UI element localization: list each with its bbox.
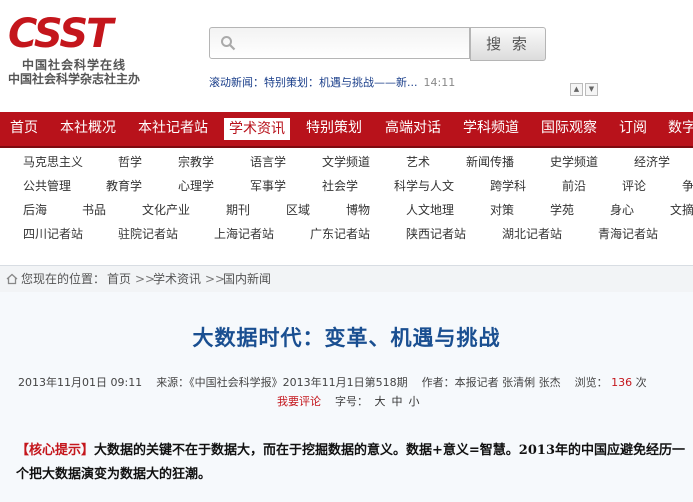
nav-item-disciplines[interactable]: 学科频道 (463, 112, 519, 146)
ticker-label: 滚动新闻： (209, 76, 264, 89)
search-area: 搜 索 (209, 27, 546, 61)
subnav-row: 马克思主义 哲学 宗教学 语言学 文学频道 艺术 新闻传播 史学频道 经济学 (0, 150, 693, 174)
subnav-item[interactable]: 新闻传播 (466, 150, 514, 174)
subnav-item[interactable]: 四川记者站 (23, 222, 83, 246)
search-icon (221, 36, 236, 51)
subnav-item[interactable]: 教育学 (106, 174, 142, 198)
search-input[interactable] (209, 27, 470, 59)
subnav-item[interactable]: 语言学 (250, 150, 286, 174)
breadcrumb-prefix: 您现在的位置： (21, 272, 106, 286)
article-source: 来源：《中国社会科学报》2013年11月1日第518期 (156, 376, 408, 389)
subnav-item[interactable]: 心理学 (178, 174, 214, 198)
subnav-item[interactable]: 马克思主义 (23, 150, 83, 174)
subnav-item[interactable]: 哲学 (118, 150, 142, 174)
article-title: 大数据时代：变革、机遇与挑战 (192, 326, 501, 350)
subnav-item[interactable]: 上海记者站 (214, 222, 274, 246)
core-summary: 【核心提示】大数据的关键不在于数据大，而在于挖掘数据的意义。数据+意义=智慧。2… (16, 439, 688, 487)
nav-item-reporter-stations[interactable]: 本社记者站 (138, 112, 208, 146)
subnav-item[interactable]: 期刊 (226, 198, 250, 222)
subnav-item[interactable]: 文学频道 (322, 150, 370, 174)
breadcrumb-academic[interactable]: 学术资讯 (153, 266, 201, 292)
views-label: 浏览： (574, 376, 608, 389)
nav-item-dialogue[interactable]: 高端对话 (385, 112, 441, 146)
subnav-item[interactable]: 文化产业 (142, 198, 190, 222)
fontsize-controls: 大中小 (372, 395, 423, 408)
summary-text: 大数据的关键不在于数据大，而在于挖掘数据的意义。数据+意义=智慧。2013年的中… (16, 443, 685, 482)
subnav-item[interactable]: 文摘 (670, 198, 693, 222)
article-date: 2013年11月01日 09:11 (18, 376, 143, 389)
subnav-item[interactable]: 社会学 (322, 174, 358, 198)
views-unit: 次 (635, 376, 647, 389)
subnav-row: 四川记者站 驻院记者站 上海记者站 广东记者站 陕西记者站 湖北记者站 青海记者… (0, 222, 693, 246)
ticker-link[interactable]: 特别策划：机遇与挑战——新... (264, 76, 418, 89)
logo-publisher: 中国社会科学杂志社主办 (8, 72, 141, 86)
subnav-item[interactable]: 书品 (82, 198, 106, 222)
subnav-item[interactable]: 对策 (490, 198, 514, 222)
article-meta-2: 我要评论 字号： 大中小 (277, 395, 423, 409)
subnav-item[interactable]: 驻院记者站 (118, 222, 178, 246)
fontsize-label: 字号： (335, 395, 368, 408)
subnav-item[interactable]: 艺术 (406, 150, 430, 174)
site-logo[interactable]: CSST 中国社会科学在线 中国社会科学杂志社主办 (8, 14, 168, 87)
subnav-item[interactable]: 青海记者站 (598, 222, 658, 246)
subnav-item[interactable]: 身心 (610, 198, 634, 222)
subnav-item[interactable]: 前沿 (562, 174, 586, 198)
subnav-item[interactable]: 公共管理 (23, 174, 71, 198)
logo-mark: CSST (8, 11, 113, 57)
article-author: 作者：本报记者 张清俐 张杰 (421, 376, 561, 389)
ticker-up-icon[interactable]: ▲ (570, 83, 583, 96)
subnav-item[interactable]: 陕西记者站 (406, 222, 466, 246)
nav-item-subscribe[interactable]: 订阅 (619, 112, 647, 146)
comment-link[interactable]: 我要评论 (277, 395, 321, 408)
nav-item-special[interactable]: 特别策划 (306, 112, 362, 146)
nav-item-digital[interactable]: 数字 (668, 112, 693, 146)
views-count: 136 (611, 376, 633, 389)
subnav-item[interactable]: 湖北记者站 (502, 222, 562, 246)
ticker-controls: ▲ ▼ (570, 76, 600, 96)
nav-item-home[interactable]: 首页 (10, 112, 38, 146)
home-icon (6, 273, 18, 285)
subnav-item[interactable]: 经济学 (634, 150, 670, 174)
subnav-item[interactable]: 人文地理 (406, 198, 454, 222)
subnav-item[interactable]: 后海 (23, 198, 47, 222)
fontsize-small-button[interactable]: 小 (409, 395, 420, 408)
subnav-item[interactable]: 博物 (346, 198, 370, 222)
header: CSST 中国社会科学在线 中国社会科学杂志社主办 搜 索 滚动新闻：特别策划：… (0, 0, 693, 112)
main-nav: 首页 本社概况 本社记者站 学术资讯 特别策划 高端对话 学科频道 国际观察 订… (0, 112, 693, 148)
ticker-time: 14:11 (423, 76, 456, 89)
subnav-item[interactable]: 宗教学 (178, 150, 214, 174)
breadcrumb-domestic[interactable]: 国内新闻 (223, 266, 271, 292)
subnav-item[interactable]: 争 (682, 174, 693, 198)
breadcrumb-home[interactable]: 首页 (107, 266, 131, 292)
search-button[interactable]: 搜 索 (470, 27, 546, 61)
breadcrumb: 您现在的位置： 首页 >> 学术资讯 >> 国内新闻 (0, 265, 693, 293)
subnav-item[interactable]: 区域 (286, 198, 310, 222)
ticker-down-icon[interactable]: ▼ (585, 83, 598, 96)
sub-nav: 马克思主义 哲学 宗教学 语言学 文学频道 艺术 新闻传播 史学频道 经济学 公… (0, 148, 693, 252)
subnav-item[interactable]: 学苑 (550, 198, 574, 222)
subnav-row: 公共管理 教育学 心理学 军事学 社会学 科学与人文 跨学科 前沿 评论 争 (0, 174, 693, 198)
subnav-item[interactable]: 军事学 (250, 174, 286, 198)
fontsize-large-button[interactable]: 大 (375, 395, 386, 408)
article-meta: 2013年11月01日 09:11 来源：《中国社会科学报》2013年11月1日… (18, 376, 688, 390)
subnav-item[interactable]: 广东记者站 (310, 222, 370, 246)
subnav-item[interactable]: 评论 (622, 174, 646, 198)
news-ticker: 滚动新闻：特别策划：机遇与挑战——新... 14:11 (209, 75, 599, 91)
subnav-row: 后海 书品 文化产业 期刊 区域 博物 人文地理 对策 学苑 身心 文摘 (0, 198, 693, 222)
nav-item-academic-news[interactable]: 学术资讯 (224, 118, 290, 140)
subnav-item[interactable]: 史学频道 (550, 150, 598, 174)
nav-item-international[interactable]: 国际观察 (541, 112, 597, 146)
nav-item-about[interactable]: 本社概况 (60, 112, 116, 146)
fontsize-medium-button[interactable]: 中 (392, 395, 403, 408)
subnav-item[interactable]: 科学与人文 (394, 174, 454, 198)
summary-tag: 【核心提示】 (16, 443, 95, 458)
logo-subtitle: 中国社会科学在线 (22, 58, 127, 72)
subnav-item[interactable]: 跨学科 (490, 174, 526, 198)
